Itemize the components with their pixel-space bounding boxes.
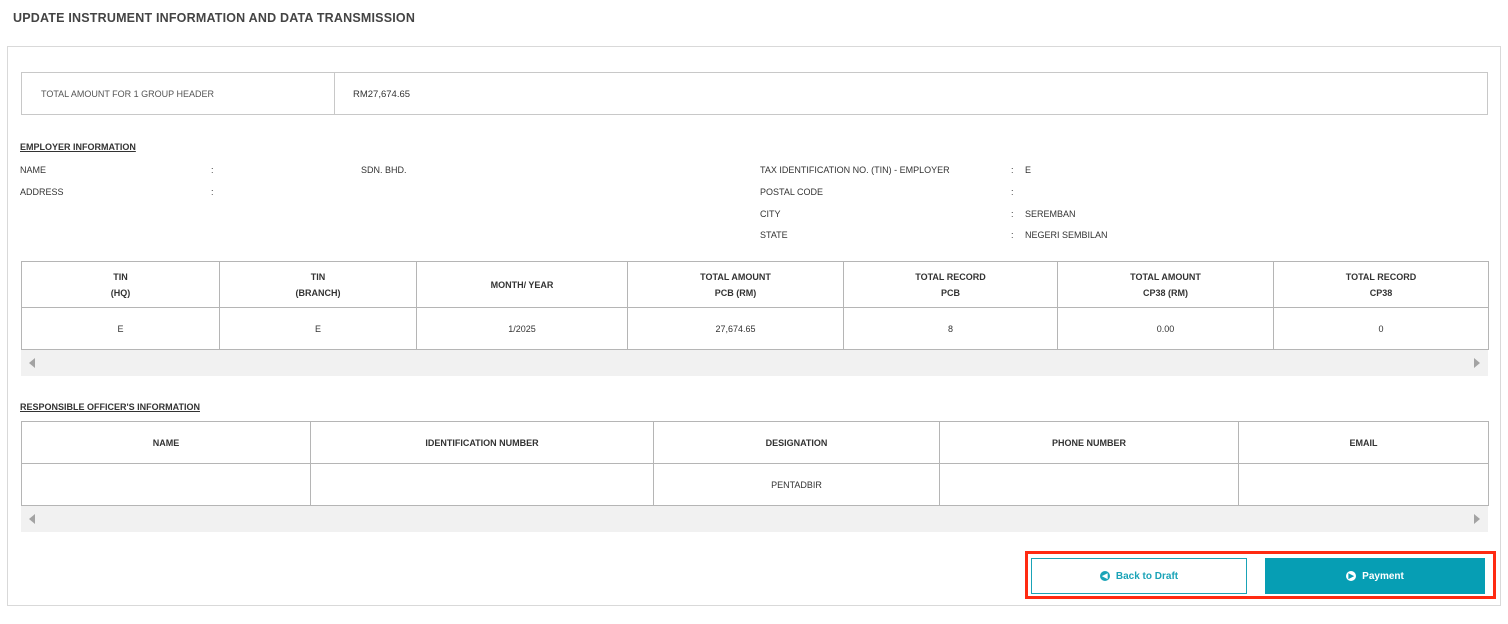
colon: : — [211, 165, 214, 175]
back-to-draft-button[interactable]: ◀ Back to Draft — [1031, 558, 1247, 594]
col-header-total-amount-cp38: TOTAL AMOUNT CP38 (RM) — [1057, 261, 1274, 308]
table-header-row: TIN (HQ) TIN (BRANCH) MONTH/ YEAR TOTAL AM… — [21, 261, 1489, 308]
officer-table: NAME IDENTIFICATION NUMBER DESIGNATION P… — [21, 421, 1489, 532]
cell-total-amount-cp38: 0.00 — [1057, 307, 1274, 350]
cell-tin-hq: E — [21, 307, 220, 350]
payment-button[interactable]: ▶ Payment — [1265, 558, 1485, 594]
action-buttons-group: ◀ Back to Draft ▶ Payment — [1025, 551, 1496, 599]
cell-month-year: 1/2025 — [416, 307, 628, 350]
employer-address-label: ADDRESS — [20, 187, 64, 197]
back-to-draft-label: Back to Draft — [1115, 570, 1179, 582]
col-header-identification-number: IDENTIFICATION NUMBER — [310, 421, 654, 464]
cell-total-amount-pcb: 27,674.65 — [627, 307, 844, 350]
table-row: PENTADBIR — [21, 463, 1489, 506]
summary-label: TOTAL AMOUNT FOR 1 GROUP HEADER — [22, 73, 335, 114]
col-header-total-record-pcb: TOTAL RECORD PCB — [843, 261, 1058, 308]
page-title: UPDATE INSTRUMENT INFORMATION AND DATA T… — [13, 11, 416, 25]
cell-name — [21, 463, 311, 506]
col-header-name: NAME — [21, 421, 311, 464]
group-header-summary: TOTAL AMOUNT FOR 1 GROUP HEADER RM27,674… — [21, 72, 1488, 115]
employer-tin-value: E — [1025, 165, 1032, 175]
payment-label: Payment — [1362, 570, 1404, 582]
cell-total-record-cp38: 0 — [1273, 307, 1489, 350]
employer-state-label: STATE — [760, 230, 788, 240]
employer-state-value: NEGERI SEMBILAN — [1025, 230, 1108, 240]
employer-name-label: NAME — [20, 165, 47, 175]
col-header-tin-branch: TIN (BRANCH) — [219, 261, 417, 308]
arrow-left-circle-icon: ◀ — [1099, 571, 1110, 581]
colon: : — [1011, 165, 1014, 175]
colon: : — [1011, 230, 1014, 240]
employer-info-heading: EMPLOYER INFORMATION — [20, 142, 136, 152]
col-header-phone-number: PHONE NUMBER — [939, 421, 1239, 464]
table-row: E E 1/2025 27,674.65 8 0.00 0 — [21, 307, 1489, 350]
scroll-left-icon[interactable] — [29, 514, 35, 524]
employer-tin-label: TAX IDENTIFICATION NO. (TIN) - EMPLOYER — [760, 165, 950, 175]
col-header-email: EMAIL — [1238, 421, 1489, 464]
horizontal-scrollbar[interactable] — [21, 506, 1488, 532]
cell-email — [1238, 463, 1489, 506]
horizontal-scrollbar[interactable] — [21, 350, 1488, 376]
employer-city-value: SEREMBAN — [1025, 209, 1076, 219]
arrow-right-circle-icon: ▶ — [1346, 571, 1357, 581]
main-panel: TOTAL AMOUNT FOR 1 GROUP HEADER RM27,674… — [7, 46, 1501, 606]
cell-total-record-pcb: 8 — [843, 307, 1058, 350]
col-header-tin-hq: TIN (HQ) — [21, 261, 220, 308]
scroll-right-icon[interactable] — [1474, 514, 1480, 524]
cell-phone-number — [939, 463, 1239, 506]
col-header-total-record-cp38: TOTAL RECORD CP38 — [1273, 261, 1489, 308]
employer-postal-label: POSTAL CODE — [760, 187, 824, 197]
scroll-right-icon[interactable] — [1474, 358, 1480, 368]
officer-info-heading: RESPONSIBLE OFFICER'S INFORMATION — [20, 402, 200, 412]
colon: : — [1011, 209, 1014, 219]
employer-name-value: SDN. BHD. — [361, 165, 407, 175]
table-header-row: NAME IDENTIFICATION NUMBER DESIGNATION P… — [21, 421, 1489, 464]
colon: : — [211, 187, 214, 197]
employer-city-label: CITY — [760, 209, 781, 219]
cell-identification-number — [310, 463, 654, 506]
col-header-designation: DESIGNATION — [653, 421, 940, 464]
submission-summary-table: TIN (HQ) TIN (BRANCH) MONTH/ YEAR TOTAL AM… — [21, 261, 1489, 376]
cell-designation: PENTADBIR — [653, 463, 940, 506]
col-header-month-year: MONTH/ YEAR — [416, 261, 628, 308]
scroll-left-icon[interactable] — [29, 358, 35, 368]
colon: : — [1011, 187, 1014, 197]
cell-tin-branch: E — [219, 307, 417, 350]
col-header-total-amount-pcb: TOTAL AMOUNT PCB (RM) — [627, 261, 844, 308]
summary-value: RM27,674.65 — [353, 89, 411, 100]
